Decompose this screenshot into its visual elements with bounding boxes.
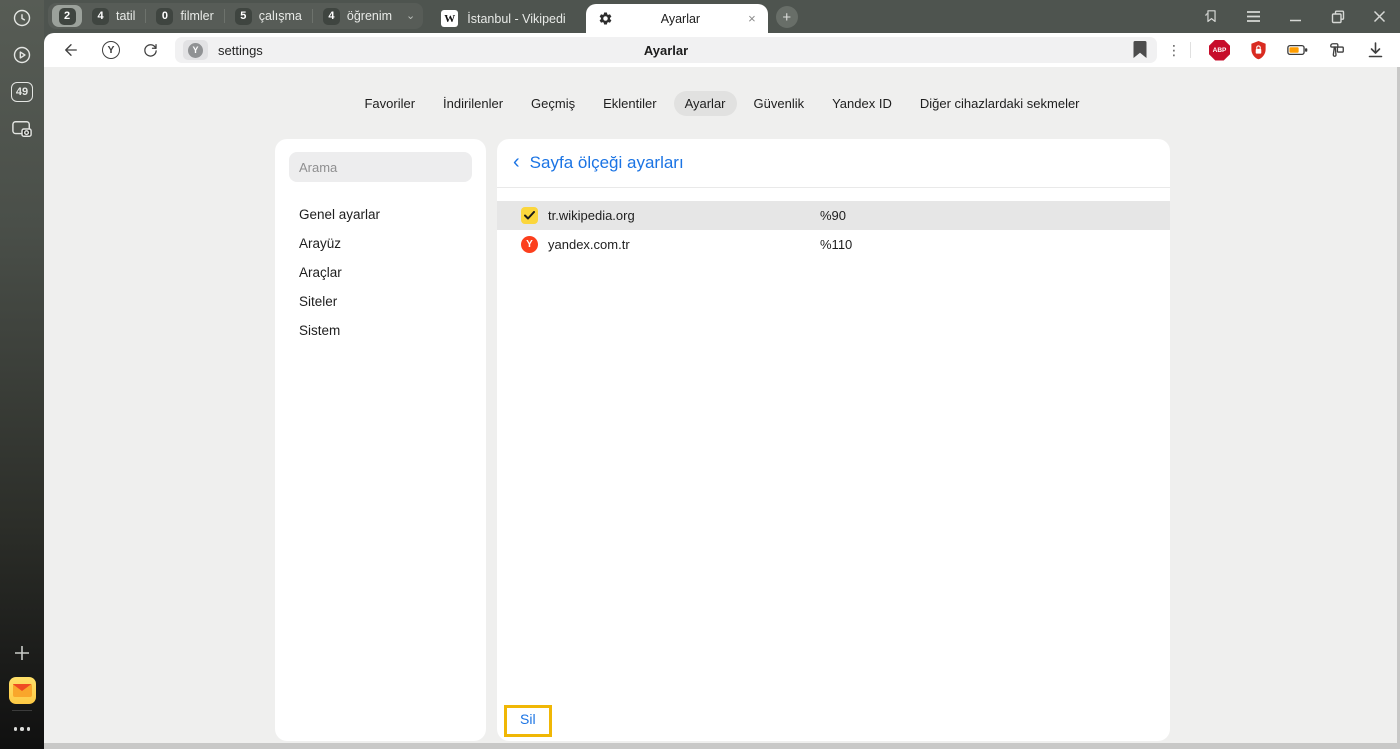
- nav-eklentiler[interactable]: Eklentiler: [592, 91, 667, 116]
- nav-indirilenler[interactable]: İndirilenler: [432, 91, 514, 116]
- screenshot-icon[interactable]: [10, 117, 34, 141]
- address-bar[interactable]: Y settings Ayarlar: [175, 37, 1157, 63]
- tab-counter-badge[interactable]: 49: [10, 80, 34, 104]
- download-icon[interactable]: [1365, 40, 1386, 61]
- tab-bar: 2 4 tatil 0 filmler 5 çalışma 4: [44, 0, 1400, 33]
- gear-icon: [598, 11, 613, 26]
- nav-gecmis[interactable]: Geçmiş: [520, 91, 586, 116]
- wikipedia-favicon: W: [441, 10, 458, 27]
- window-controls: [1203, 0, 1400, 33]
- settings-sidebar-card: Genel ayarlar Arayüz Araçlar Siteler Sis…: [275, 139, 486, 741]
- browser-chrome: 2 4 tatil 0 filmler 5 çalışma 4: [44, 0, 1400, 67]
- zoom-value: %90: [820, 208, 846, 223]
- tab-count-label: 49: [11, 82, 33, 102]
- key-icon[interactable]: [1326, 40, 1347, 61]
- tab-settings-active[interactable]: Ayarlar ×: [586, 4, 768, 33]
- delete-button-highlight[interactable]: Sil: [504, 705, 552, 737]
- tab-group-count: 4: [92, 8, 109, 25]
- new-tab-button[interactable]: +: [776, 6, 798, 28]
- url-text: settings: [218, 43, 263, 58]
- sidebar-item-genel-ayarlar[interactable]: Genel ayarlar: [275, 200, 486, 229]
- tab-group-label: filmler: [180, 9, 213, 23]
- battery-icon[interactable]: [1287, 40, 1308, 61]
- bookmark-icon[interactable]: [1133, 41, 1147, 63]
- tab-group-label: tatil: [116, 9, 135, 23]
- home-letter: Y: [102, 41, 120, 59]
- checkbox-checked-icon[interactable]: [521, 207, 538, 224]
- tab-groups: 2 4 tatil 0 filmler 5 çalışma 4: [48, 3, 423, 29]
- site-favicon: Y: [188, 43, 203, 58]
- nav-yandex-id[interactable]: Yandex ID: [821, 91, 903, 116]
- play-media-icon[interactable]: [10, 43, 34, 67]
- tab-group-count: 0: [156, 8, 173, 25]
- site-row-yandex[interactable]: Y yandex.com.tr %110: [497, 230, 1170, 259]
- tab-wikipedia[interactable]: W İstanbul - Vikipedi: [429, 4, 577, 33]
- sidebar-item-arayuz[interactable]: Arayüz: [275, 229, 486, 258]
- tab-group-label: çalışma: [259, 9, 302, 23]
- side-panel-icon[interactable]: [1203, 8, 1220, 25]
- tab-group-calisma[interactable]: 5 çalışma: [225, 8, 312, 25]
- nav-diger-cihazlar[interactable]: Diğer cihazlardaki sekmeler: [909, 91, 1091, 116]
- nav-ayarlar[interactable]: Ayarlar: [674, 91, 737, 116]
- site-zoom-list: tr.wikipedia.org %90 Y yandex.com.tr %11…: [497, 201, 1170, 259]
- settings-nav: Favoriler İndirilenler Geçmiş Eklentiler…: [44, 91, 1400, 116]
- tab-close-icon[interactable]: ×: [748, 12, 756, 25]
- abp-label: ABP: [1209, 40, 1230, 61]
- sidebar-item-siteler[interactable]: Siteler: [275, 287, 486, 316]
- mail-icon: [9, 677, 36, 704]
- chevron-down-icon[interactable]: ⌄: [406, 9, 415, 22]
- settings-sidebar-nav: Genel ayarlar Arayüz Araçlar Siteler Sis…: [275, 200, 486, 345]
- tab-group-current[interactable]: 2: [52, 5, 82, 27]
- close-icon[interactable]: [1371, 8, 1388, 25]
- settings-cards: Genel ayarlar Arayüz Araçlar Siteler Sis…: [275, 139, 1400, 741]
- minimize-icon[interactable]: [1287, 8, 1304, 25]
- site-name: yandex.com.tr: [548, 237, 630, 252]
- toolbar-extensions: ⋮ ABP: [1167, 40, 1395, 61]
- settings-page: Favoriler İndirilenler Geçmiş Eklentiler…: [44, 67, 1400, 749]
- section-title: Sayfa ölçeği ayarları: [530, 153, 684, 173]
- history-clock-icon[interactable]: [10, 6, 34, 30]
- tab-group-count: 4: [323, 8, 340, 25]
- tab-group-count: 2: [59, 8, 76, 25]
- nav-guvenlik[interactable]: Güvenlik: [743, 91, 816, 116]
- sidebar-item-sistem[interactable]: Sistem: [275, 316, 486, 345]
- tab-group-label: öğrenim: [347, 9, 392, 23]
- menu-icon[interactable]: [1245, 8, 1262, 25]
- zoom-value: %110: [820, 237, 852, 252]
- sidebar-item-araclar[interactable]: Araçlar: [275, 258, 486, 287]
- home-yandex-icon[interactable]: Y: [98, 37, 124, 63]
- abp-extension-icon[interactable]: ABP: [1209, 40, 1230, 61]
- restore-icon[interactable]: [1329, 8, 1346, 25]
- back-icon[interactable]: [58, 37, 84, 63]
- back-chevron-icon: ‹: [513, 152, 520, 172]
- tab-title: Ayarlar: [661, 12, 700, 26]
- nav-favoriler[interactable]: Favoriler: [353, 91, 426, 116]
- yandex-favicon: Y: [521, 236, 538, 253]
- search-input[interactable]: [289, 152, 472, 182]
- protect-shield-icon[interactable]: [1248, 40, 1269, 61]
- toolbar: Y Y settings Ayarlar ⋮ ABP: [44, 33, 1400, 67]
- tab-group-count: 5: [235, 8, 252, 25]
- delete-button[interactable]: Sil: [520, 711, 536, 727]
- site-row-wikipedia[interactable]: tr.wikipedia.org %90: [497, 201, 1170, 230]
- yandex-mail-app-icon[interactable]: [9, 677, 36, 704]
- toolbar-separator: [1190, 42, 1191, 58]
- more-options-icon[interactable]: ⋮: [1167, 42, 1181, 59]
- tab-group-filmler[interactable]: 0 filmler: [146, 8, 223, 25]
- site-name: tr.wikipedia.org: [548, 208, 635, 223]
- tab-title: İstanbul - Vikipedi: [467, 12, 565, 26]
- refresh-icon[interactable]: [137, 37, 163, 63]
- back-to-settings[interactable]: ‹ Sayfa ölçeği ayarları: [497, 139, 1170, 188]
- page-zoom-settings-card: ‹ Sayfa ölçeği ayarları tr.wikipedia.org…: [497, 139, 1170, 741]
- browser-window: 49 2: [0, 0, 1400, 749]
- tab-group-ogrenim[interactable]: 4 öğrenim: [313, 8, 402, 25]
- add-panel-button[interactable]: [10, 641, 34, 665]
- tab-group-tatil[interactable]: 4 tatil: [82, 8, 145, 25]
- page-title: Ayarlar: [175, 43, 1157, 58]
- site-favicon-chip: Y: [183, 40, 208, 60]
- rail-more-icon[interactable]: [10, 717, 34, 741]
- rail-divider: [12, 710, 32, 711]
- side-rail: 49: [0, 0, 44, 749]
